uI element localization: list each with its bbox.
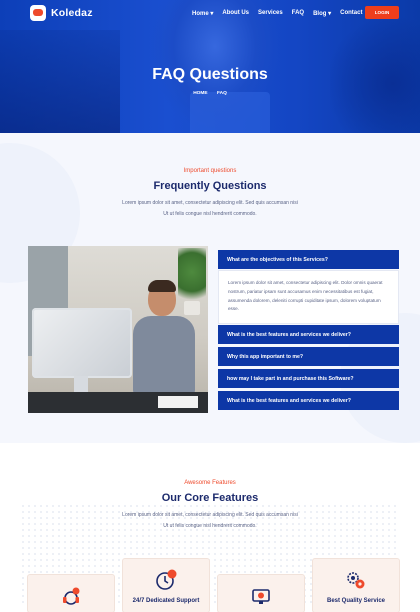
faq-eyebrow: Important questions — [183, 168, 237, 174]
brand-name: Koledaz — [51, 7, 93, 19]
faq-intro: Lorem ipsum dolor sit amet, consectetur … — [122, 200, 298, 217]
features-eyebrow: Awesome Features — [184, 480, 236, 486]
feature-label: 24/7 Dedicated Support — [132, 598, 200, 604]
nav-item-home[interactable]: Home ▾ — [192, 10, 213, 17]
faq-heading: Frequently Questions — [153, 180, 267, 192]
gears-icon — [347, 572, 365, 589]
feature-card-1[interactable] — [28, 575, 114, 612]
feature-card-4[interactable]: Best Quality Service — [313, 559, 399, 612]
features-intro: Lorem ipsum dolor sit amet, consectetur … — [122, 512, 298, 529]
support-agent-photo — [28, 246, 208, 413]
feature-card-3[interactable] — [218, 575, 304, 612]
nav-item-about[interactable]: About Us — [222, 10, 249, 17]
breadcrumb: HOME FAQ — [0, 91, 420, 96]
page-title: FAQ Questions — [152, 66, 268, 83]
faq-question-4[interactable]: how may I take part in and purchase this… — [218, 369, 399, 388]
logo-icon — [30, 5, 46, 21]
faq-answer-text: Lorem ipsum dolor sit amet, consectetur … — [228, 280, 383, 312]
faq-question-2[interactable]: What is the best features and services w… — [218, 325, 399, 344]
faq-question-1[interactable]: What are the objectives of this Services… — [218, 250, 399, 269]
faq-answer-1: Lorem ipsum dolor sit amet, consectetur … — [218, 270, 399, 324]
main-menu: Home ▾ About Us Services FAQ Blog ▾ Cont… — [192, 10, 362, 17]
feature-card-2[interactable]: 24/7 Dedicated Support — [123, 559, 209, 612]
faq-question-5[interactable]: What is the best features and services w… — [218, 391, 399, 410]
clock-24-icon — [156, 569, 177, 590]
chevron-down-icon: ▾ — [328, 11, 332, 17]
faq-question-3[interactable]: Why this app important to me? — [218, 347, 399, 366]
top-navbar: Koledaz Home ▾ About Us Services FAQ Blo… — [0, 0, 420, 26]
nav-item-services[interactable]: Services — [258, 10, 283, 17]
page-hero: Koledaz Home ▾ About Us Services FAQ Blo… — [0, 0, 420, 133]
monitor-settings-icon — [252, 589, 270, 604]
nav-item-faq[interactable]: FAQ — [292, 10, 304, 17]
nav-item-blog[interactable]: Blog ▾ — [313, 10, 331, 17]
breadcrumb-current: FAQ — [216, 91, 227, 96]
nav-item-contact[interactable]: Contact — [340, 10, 362, 17]
feature-label: Best Quality Service — [326, 598, 386, 604]
chevron-down-icon: ▾ — [210, 11, 214, 17]
support-headset-icon — [63, 587, 80, 605]
breadcrumb-home[interactable]: HOME — [193, 91, 207, 96]
login-button[interactable]: LOGIN — [365, 6, 399, 19]
features-heading: Our Core Features — [161, 492, 259, 504]
brand-logo[interactable]: Koledaz — [30, 5, 93, 21]
